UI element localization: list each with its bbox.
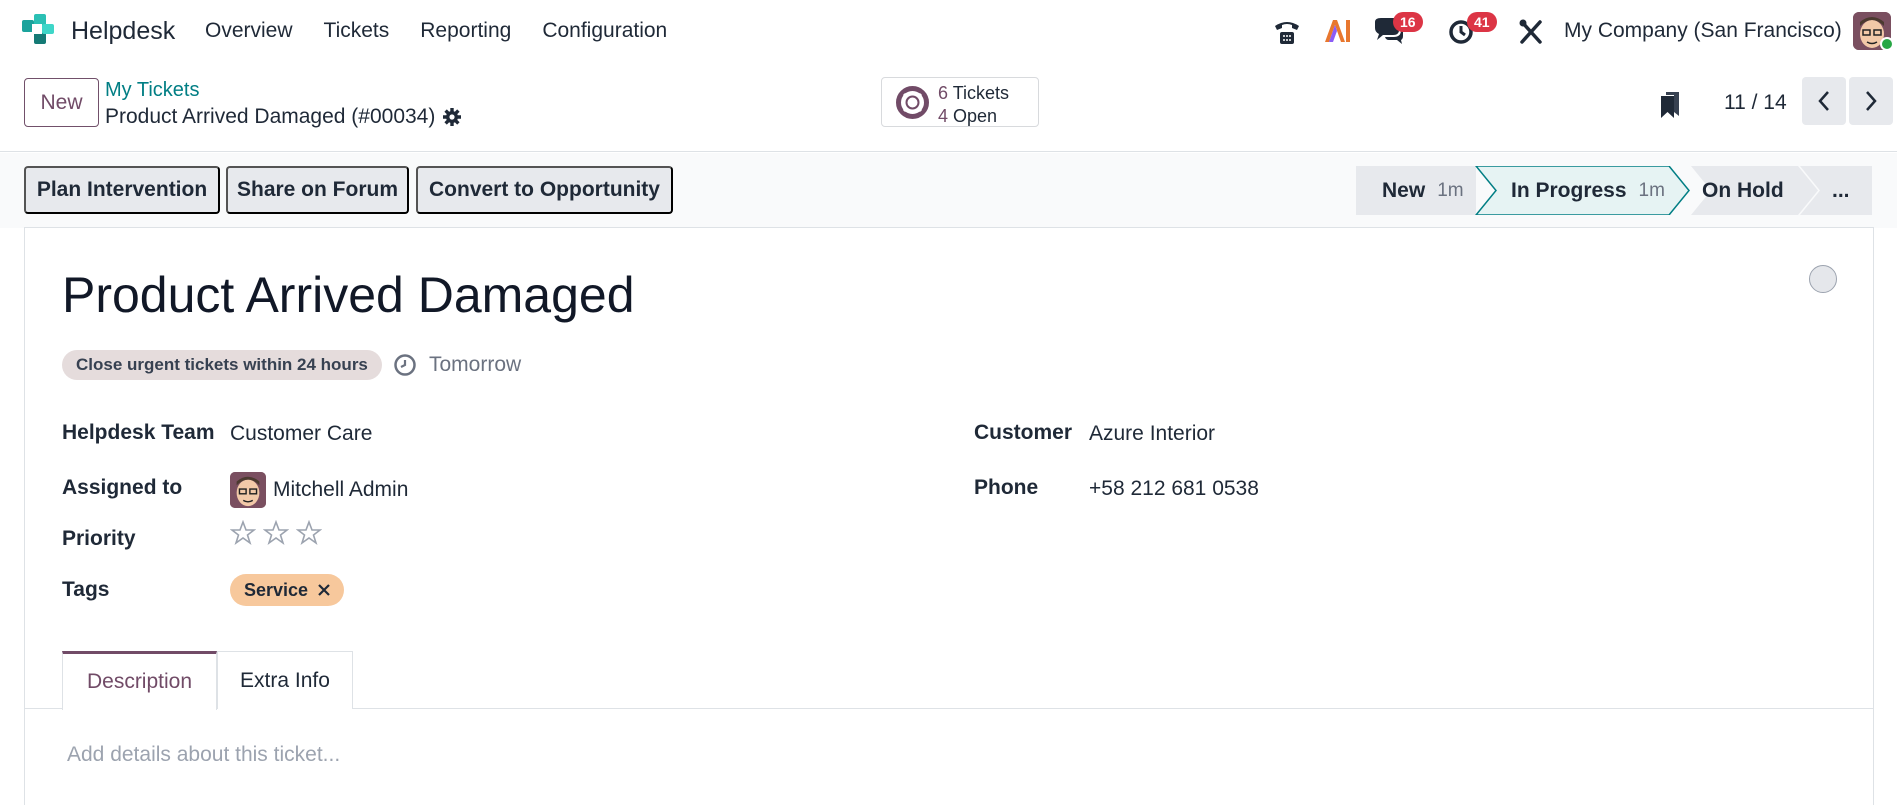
stat-open: 4 Open (938, 106, 997, 127)
stat-open-count: 4 (938, 106, 949, 126)
lifebuoy-icon (896, 86, 929, 119)
activities-badge: 41 (1467, 12, 1497, 32)
tab-extra-info[interactable]: Extra Info (217, 651, 353, 709)
stage-on-hold-label: On Hold (1702, 178, 1784, 202)
convert-to-opportunity-button[interactable]: Convert to Opportunity (416, 166, 673, 214)
stage-on-hold[interactable]: On Hold (1702, 166, 1784, 215)
chevron-right-icon (1866, 91, 1877, 111)
pager-previous-button[interactable] (1802, 77, 1846, 125)
pager-next-button[interactable] (1849, 77, 1893, 125)
online-status-dot (1880, 37, 1894, 51)
priority-label: Priority (62, 527, 136, 550)
assigned-field[interactable]: Mitchell Admin (273, 478, 408, 502)
description-editor[interactable]: Add details about this ticket... (67, 743, 340, 767)
tag-label: Service (244, 579, 309, 600)
control-panel: New My Tickets Product Arrived Damaged (… (0, 62, 1897, 152)
action-bar: Plan Intervention Share on Forum Convert… (0, 153, 1897, 228)
stat-tickets-count: 6 (938, 83, 949, 103)
stage-statusbar: New 1m In Progress 1m On Hold ... (1356, 166, 1872, 215)
ticket-title[interactable]: Product Arrived Damaged (62, 266, 635, 324)
chevron-left-icon (1818, 91, 1829, 111)
plan-intervention-button[interactable]: Plan Intervention (24, 166, 220, 214)
priority-stars (230, 520, 322, 546)
phone-label: Phone (974, 476, 1039, 499)
stage-new-label: New (1382, 178, 1426, 202)
phone-icon[interactable] (1272, 14, 1302, 48)
menu-reporting[interactable]: Reporting (420, 19, 511, 43)
tag-service: Service (230, 574, 345, 606)
stage-in-progress-duration: 1m (1638, 179, 1665, 201)
sla-deadline: Tomorrow (429, 353, 522, 376)
top-navbar: Helpdesk Overview Tickets Reporting Conf… (0, 0, 1897, 62)
breadcrumb-current: Product Arrived Damaged (#00034) (105, 105, 436, 128)
menu-configuration[interactable]: Configuration (542, 19, 667, 43)
stage-in-progress[interactable]: In Progress 1m (1511, 166, 1665, 215)
stat-tickets: 6 Tickets (938, 83, 1009, 104)
kanban-state-indicator[interactable] (1809, 265, 1837, 293)
team-label: Helpdesk Team (62, 421, 215, 444)
menu-tickets[interactable]: Tickets (324, 19, 390, 43)
tags-label: Tags (62, 578, 110, 601)
stage-new-duration: 1m (1437, 179, 1464, 201)
new-button[interactable]: New (24, 78, 99, 127)
stage-new[interactable]: New 1m (1382, 166, 1464, 215)
stat-tickets-label: Tickets (952, 83, 1010, 103)
app-name[interactable]: Helpdesk (71, 17, 175, 46)
sla-badge: Close urgent tickets within 24 hours (62, 350, 382, 380)
star-icon[interactable] (296, 520, 322, 546)
star-icon[interactable] (230, 520, 256, 546)
stage-more-label: ... (1832, 178, 1850, 202)
share-on-forum-button[interactable]: Share on Forum (226, 166, 409, 214)
notebook-tabs: Description Extra Info (25, 651, 1873, 710)
stat-open-label: Open (953, 106, 998, 126)
assigned-label: Assigned to (62, 476, 183, 499)
form-sheet: Product Arrived Damaged Close urgent tic… (24, 227, 1874, 805)
main-menu: Overview Tickets Reporting Configuration (205, 19, 667, 43)
stage-in-progress-label: In Progress (1511, 178, 1627, 202)
menu-overview[interactable]: Overview (205, 19, 293, 43)
team-field[interactable]: Customer Care (230, 422, 372, 446)
pager-value[interactable]: 11 / 14 (1724, 91, 1787, 115)
tab-description[interactable]: Description (62, 651, 217, 710)
helpdesk-logo-icon[interactable] (20, 12, 56, 48)
assignee-avatar (230, 472, 266, 508)
customer-label: Customer (974, 421, 1073, 444)
gear-icon[interactable] (442, 107, 462, 127)
tickets-stat-button[interactable]: 6 Tickets 4 Open (881, 77, 1039, 127)
customer-field[interactable]: Azure Interior (1089, 422, 1215, 446)
close-icon[interactable] (318, 584, 330, 596)
star-icon[interactable] (263, 520, 289, 546)
breadcrumb-parent[interactable]: My Tickets (105, 79, 199, 102)
bookmark-icon[interactable] (1659, 90, 1681, 120)
phone-field[interactable]: +58 212 681 0538 (1089, 477, 1259, 501)
ai-icon[interactable] (1322, 14, 1352, 48)
stage-more[interactable]: ... (1832, 166, 1850, 215)
messages-badge: 16 (1393, 12, 1423, 32)
company-switcher[interactable]: My Company (San Francisco) (1564, 19, 1842, 43)
debug-tools-icon[interactable] (1517, 14, 1545, 48)
clock-icon (394, 354, 416, 376)
